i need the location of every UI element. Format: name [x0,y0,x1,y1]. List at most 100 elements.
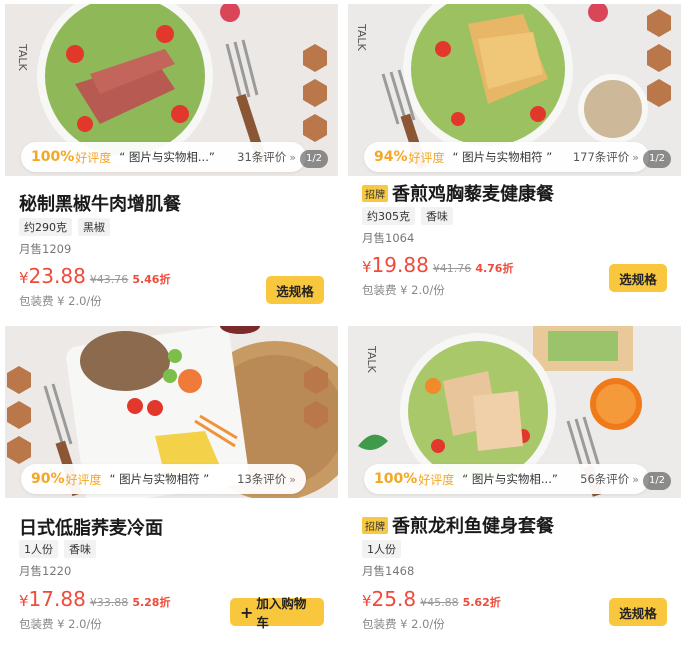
product-title: 日式低脂荞麦冷面 [19,518,163,539]
review-quote: “ 图片与实物相符 ” [109,472,210,486]
button-label: 加入购物车 [256,596,307,630]
packing-fee: 包装费 ¥ 2.0/份 [19,294,102,308]
review-quote: “ 图片与实物相符 ” [452,150,553,164]
price-value: 25.8 [371,587,417,611]
price-value: 17.88 [28,587,86,611]
product-photo[interactable]: 90% 好评度 “ 图片与实物相符 ” 13条评价 » [5,326,338,498]
title-row: 秘制黑椒牛肉增肌餐 [19,190,181,216]
tag: 香味 [421,207,453,225]
product-card[interactable]: TALK 94% 好评度 “ 图片与实物相符 ” 177条评价 » 1/2 招牌… [348,4,681,326]
monthly-sales: 月售1064 [362,231,415,245]
tag: 约305克 [362,207,415,225]
review-count: 177条评价 [572,150,630,164]
select-spec-button[interactable]: 选规格 [609,264,667,292]
product-card[interactable]: 90% 好评度 “ 图片与实物相符 ” 13条评价 » 日式低脂荞麦冷面 1人份… [5,326,338,648]
price-row: ¥23.88 ¥43.76 5.46折 [19,264,170,288]
good-rate-percent: 90% [31,471,65,487]
discount: 5.62折 [462,596,501,609]
packing-fee: 包装费 ¥ 2.0/份 [362,283,445,297]
discount: 5.28折 [132,596,171,609]
chevron-down-icon: » [632,472,639,486]
good-rate-percent: 100% [31,149,75,165]
select-spec-button[interactable]: 选规格 [609,598,667,626]
price-value: 23.88 [28,264,86,288]
tag-list: 1人份 香味 [19,540,96,558]
rating-bar[interactable]: 90% 好评度 “ 图片与实物相符 ” 13条评价 » [21,464,306,494]
currency-symbol: ¥ [362,592,372,610]
original-price: ¥45.88 [420,596,459,609]
price-row: ¥19.88 ¥41.76 4.76折 [362,253,513,277]
svg-text:TALK: TALK [365,345,378,374]
image-pager: 1/2 [300,150,328,168]
monthly-sales: 月售1468 [362,564,415,578]
button-label: 选规格 [619,271,657,287]
price-row: ¥17.88 ¥33.88 5.28折 [19,587,170,611]
svg-text:TALK: TALK [355,23,368,52]
price: ¥25.8 [362,587,416,611]
select-spec-button[interactable]: 选规格 [266,276,324,304]
tag: 黑椒 [78,218,110,236]
good-rate-percent: 94% [374,149,408,165]
tag-list: 约305克 香味 [362,207,453,225]
packing-fee: 包装费 ¥ 2.0/份 [19,617,102,631]
product-title: 秘制黑椒牛肉增肌餐 [19,194,181,215]
chevron-down-icon: » [289,150,296,164]
review-quote: “ 图片与实物相...” [462,472,558,486]
price: ¥17.88 [19,587,86,611]
currency-symbol: ¥ [362,258,372,276]
discount: 5.46折 [132,273,171,286]
tag-list: 1人份 [362,540,401,558]
tag: 香味 [64,540,96,558]
price-value: 19.88 [371,253,429,277]
chevron-down-icon: » [289,472,296,486]
monthly-sales: 月售1220 [19,564,72,578]
rating-bar[interactable]: 94% 好评度 “ 图片与实物相符 ” 177条评价 » [364,142,649,172]
price: ¥19.88 [362,253,429,277]
good-rate-percent: 100% [374,471,418,487]
title-row: 招牌 香煎龙利鱼健身套餐 [362,512,554,538]
rating-bar[interactable]: 100% 好评度 “ 图片与实物相...” 31条评价 » [21,142,306,172]
monthly-sales: 月售1209 [19,242,72,256]
product-card[interactable]: TALK 100% 好评度 “ 图片与实物相...” 56条评价 » 1/2 招… [348,326,681,648]
price: ¥23.88 [19,264,86,288]
currency-symbol: ¥ [19,592,29,610]
tag: 1人份 [19,540,58,558]
tag: 约290克 [19,218,72,236]
review-quote: “ 图片与实物相...” [119,150,215,164]
review-count: 56条评价 [580,472,630,486]
currency-symbol: ¥ [19,269,29,287]
image-pager: 1/2 [643,150,671,168]
original-price: ¥33.88 [89,596,129,609]
tag: 1人份 [362,540,401,558]
good-rate-label: 好评度 [65,472,102,487]
add-to-cart-button[interactable]: + 加入购物车 [230,596,324,630]
original-price: ¥41.76 [432,262,472,275]
price-row: ¥25.8 ¥45.88 5.62折 [362,587,501,611]
product-photo[interactable]: TALK 100% 好评度 “ 图片与实物相...” 31条评价 » 1/2 [5,4,338,176]
plus-icon: + [240,602,254,622]
rating-bar[interactable]: 100% 好评度 “ 图片与实物相...” 56条评价 » [364,464,649,494]
original-price: ¥43.76 [89,273,129,286]
product-photo[interactable]: TALK 94% 好评度 “ 图片与实物相符 ” 177条评价 » 1/2 [348,4,681,176]
product-photo[interactable]: TALK 100% 好评度 “ 图片与实物相...” 56条评价 » 1/2 [348,326,681,498]
signature-badge: 招牌 [362,184,388,202]
image-pager: 1/2 [643,472,671,490]
button-label: 选规格 [276,283,314,299]
svg-text:TALK: TALK [16,43,29,72]
good-rate-label: 好评度 [75,150,112,165]
product-title: 香煎鸡胸藜麦健康餐 [392,184,554,205]
title-row: 日式低脂荞麦冷面 [19,514,163,540]
good-rate-label: 好评度 [418,472,455,487]
title-row: 招牌 香煎鸡胸藜麦健康餐 [362,180,554,206]
button-label: 选规格 [619,605,657,621]
review-count: 31条评价 [237,150,287,164]
tag-list: 约290克 黑椒 [19,218,110,236]
discount: 4.76折 [475,262,514,275]
signature-badge: 招牌 [362,516,388,534]
product-grid: TALK 100% 好评度 “ 图片与实物相...” 31条评价 » 1/2 秘… [0,0,686,651]
packing-fee: 包装费 ¥ 2.0/份 [362,617,445,631]
product-title: 香煎龙利鱼健身套餐 [392,516,554,537]
chevron-down-icon: » [632,150,639,164]
review-count: 13条评价 [237,472,287,486]
product-card[interactable]: TALK 100% 好评度 “ 图片与实物相...” 31条评价 » 1/2 秘… [5,4,338,326]
